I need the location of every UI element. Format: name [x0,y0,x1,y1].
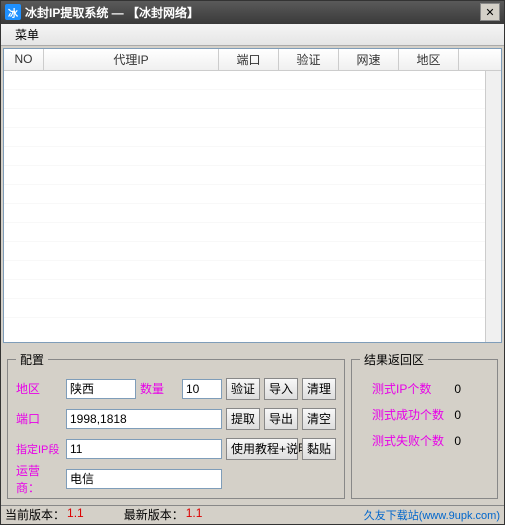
paste-button[interactable]: 黏贴 [302,438,336,460]
verify-button[interactable]: 验证 [226,378,260,400]
col-port[interactable]: 端口 [219,49,279,70]
menu-main[interactable]: 菜单 [9,24,45,45]
config-legend: 配置 [16,351,48,368]
result-legend: 结果返回区 [360,351,428,368]
result-row-ip: 测式IP个数 0 [360,376,489,402]
clear2-button[interactable]: 清空 [302,408,336,430]
statusbar: 当前版本： 1.1 最新版本： 1.1 久友下载站(www.9upk.com) [1,505,504,524]
col-no[interactable]: NO [4,49,44,70]
result-panel: 结果返回区 测式IP个数 0 测式成功个数 0 测式失败个数 0 [351,351,498,499]
latest-version: 最新版本： 1.1 [124,506,203,523]
close-button[interactable]: ✕ [480,3,500,21]
extract-button[interactable]: 提取 [226,408,260,430]
table-header: NO 代理IP 端口 验证 网速 地区 [4,49,501,71]
isp-label: 运营商： [16,462,62,496]
col-verify[interactable]: 验证 [279,49,339,70]
test-fail-label: 测式失败个数 [372,432,444,449]
test-ip-label: 测式IP个数 [372,380,431,397]
port-label: 端口 [16,410,62,427]
result-row-fail: 测式失败个数 0 [360,428,489,454]
statusbar-left: 当前版本： 1.1 最新版本： 1.1 [5,506,202,523]
col-region[interactable]: 地区 [399,49,459,70]
clear1-button[interactable]: 清理 [302,378,336,400]
app-icon: 冰 [5,4,21,20]
export-button[interactable]: 导出 [264,408,298,430]
port-input[interactable] [66,409,222,429]
tutorial-button[interactable]: 使用教程+说明 [226,438,298,460]
latest-version-value: 1.1 [186,506,203,523]
test-ip-value: 0 [454,382,481,396]
test-ok-value: 0 [454,408,481,422]
iprange-input[interactable] [66,439,222,459]
import-button[interactable]: 导入 [264,378,298,400]
test-fail-value: 0 [454,434,481,448]
count-label: 数量 [140,380,178,397]
vertical-scrollbar[interactable] [485,71,501,342]
titlebar: 冰 冰封IP提取系统 — 【冰封网络】 ✕ [1,1,504,24]
latest-version-label: 最新版本： [124,506,184,523]
col-ip[interactable]: 代理IP [44,49,219,70]
watermark: 久友下载站(www.9upk.com) [364,507,500,523]
bottom-panels: 配置 地区 数量 验证 导入 清理 端口 提取 导出 清空 指定IP段 使用教程… [1,345,504,505]
test-ok-label: 测式成功个数 [372,406,444,423]
current-version: 当前版本： 1.1 [5,506,84,523]
titlebar-left: 冰 冰封IP提取系统 — 【冰封网络】 [5,4,199,21]
count-input[interactable] [182,379,222,399]
config-panel: 配置 地区 数量 验证 导入 清理 端口 提取 导出 清空 指定IP段 使用教程… [7,351,345,499]
proxy-table: NO 代理IP 端口 验证 网速 地区 [3,48,502,343]
region-input[interactable] [66,379,136,399]
col-speed[interactable]: 网速 [339,49,399,70]
app-window: 冰 冰封IP提取系统 — 【冰封网络】 ✕ 菜单 NO 代理IP 端口 验证 网… [0,0,505,525]
result-row-ok: 测式成功个数 0 [360,402,489,428]
current-version-label: 当前版本： [5,506,65,523]
current-version-value: 1.1 [67,506,84,523]
region-label: 地区 [16,380,62,397]
menubar: 菜单 [1,24,504,46]
isp-input[interactable] [66,469,222,489]
table-body [4,71,501,331]
window-title: 冰封IP提取系统 — 【冰封网络】 [25,4,199,21]
iprange-label: 指定IP段 [16,441,62,457]
